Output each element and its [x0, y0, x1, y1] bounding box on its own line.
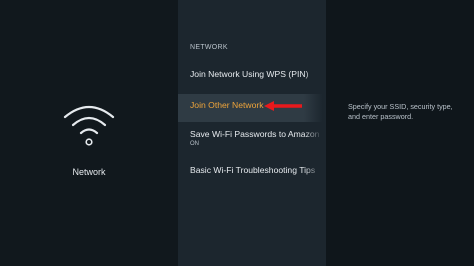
wifi-icon	[63, 105, 115, 146]
menu-item-label: Save Wi-Fi Passwords to Amazon	[190, 129, 320, 139]
menu-item-troubleshooting-tips[interactable]: Basic Wi-Fi Troubleshooting Tips	[178, 165, 326, 191]
annotation-arrow-icon	[264, 101, 302, 111]
page-title: Network	[72, 167, 106, 177]
menu-item-save-wifi-passwords[interactable]: Save Wi-Fi Passwords to Amazon ON	[178, 129, 326, 155]
help-description: Specify your SSID, security type, and en…	[348, 102, 453, 121]
menu-item-join-wps[interactable]: Join Network Using WPS (PIN)	[178, 69, 326, 95]
left-panel: Network	[0, 0, 178, 266]
section-title: NETWORK	[190, 44, 228, 51]
menu-item-label: Basic Wi-Fi Troubleshooting Tips	[190, 165, 316, 175]
menu-item-status: ON	[190, 141, 199, 147]
menu-item-join-other-network[interactable]: Join Other Network	[178, 94, 326, 122]
network-menu: NETWORK Join Network Using WPS (PIN) Joi…	[178, 0, 326, 266]
menu-item-label: Join Network Using WPS (PIN)	[190, 69, 309, 79]
menu-item-label: Join Other Network	[190, 100, 264, 110]
